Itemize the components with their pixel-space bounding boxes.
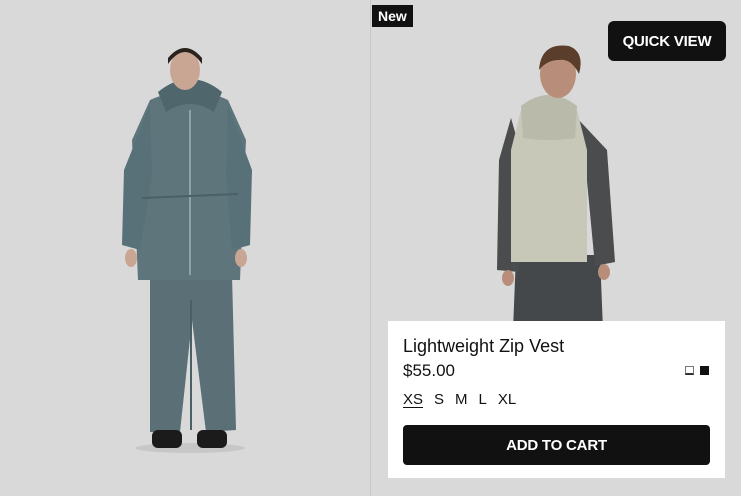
add-to-cart-button[interactable]: ADD TO CART [403,425,710,465]
color-swatches [685,366,709,375]
size-option-s[interactable]: S [434,391,444,408]
size-option-xl[interactable]: XL [498,391,516,408]
size-option-xs[interactable]: XS [403,391,423,408]
product-name[interactable]: Lightweight Zip Vest [403,336,564,357]
product-price: $55.00 [403,361,455,380]
size-option-l[interactable]: L [479,391,487,408]
size-option-m[interactable]: M [455,391,468,408]
color-swatch-black[interactable] [700,366,709,375]
size-options: XS S M L XL [403,391,516,408]
color-swatch-white[interactable] [685,366,694,375]
new-badge: New [372,5,413,27]
product-image-left[interactable] [0,0,370,496]
product-info-panel: Lightweight Zip Vest $55.00 XS S M L XL … [388,321,725,478]
quick-view-button[interactable]: QUICK VIEW [608,21,726,61]
product-card-left[interactable] [0,0,371,496]
